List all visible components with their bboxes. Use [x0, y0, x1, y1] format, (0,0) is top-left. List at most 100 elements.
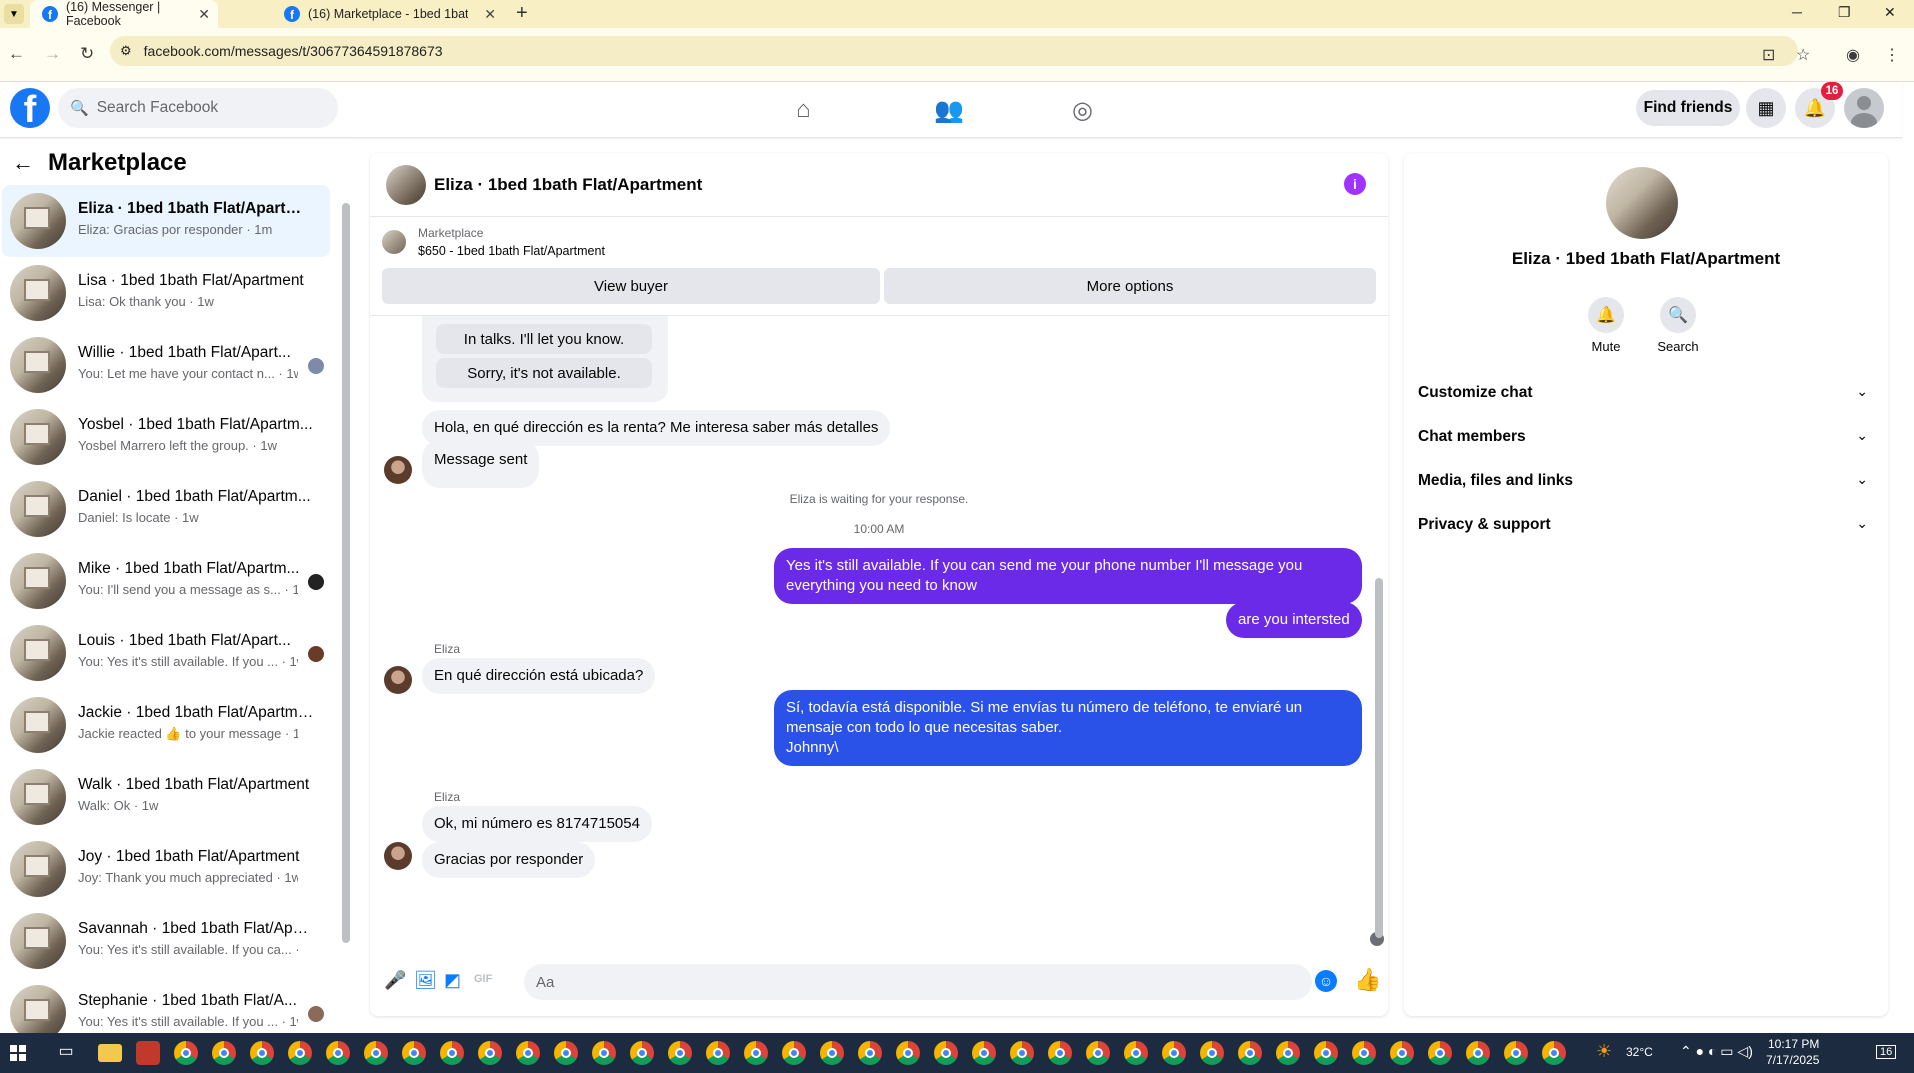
- conversation-item[interactable]: Eliza · 1bed 1bath Flat/Apartment Eliza: …: [2, 185, 330, 257]
- chrome-icon[interactable]: [1390, 1041, 1414, 1065]
- sender-avatar[interactable]: [384, 842, 412, 870]
- weather-icon[interactable]: ☀: [1596, 1041, 1620, 1065]
- listing-price-title[interactable]: $650 - 1bed 1bath Flat/Apartment: [418, 244, 605, 258]
- chrome-icon[interactable]: [782, 1041, 806, 1065]
- message-scrollbar[interactable]: [1374, 316, 1384, 946]
- back-icon[interactable]: ←: [8, 44, 25, 64]
- file-explorer-icon[interactable]: [98, 1044, 122, 1062]
- forward-icon[interactable]: →: [44, 44, 61, 64]
- chrome-icon[interactable]: [1238, 1041, 1262, 1065]
- scrollbar-thumb[interactable]: [1375, 578, 1383, 938]
- quick-reply-not-available[interactable]: Sorry, it's not available.: [436, 358, 652, 388]
- clock-date[interactable]: 7/17/2025: [1766, 1053, 1819, 1067]
- chrome-icon[interactable]: [858, 1041, 882, 1065]
- bookmark-star-icon[interactable]: ☆: [1796, 45, 1810, 65]
- menu-grid-icon[interactable]: ▦: [1746, 88, 1786, 128]
- conversation-item[interactable]: Stephanie · 1bed 1bath Flat/A... You: Yes…: [2, 977, 330, 1039]
- chrome-icon[interactable]: [212, 1041, 236, 1065]
- tray-icons[interactable]: ⌃ ● ◐ ▭ ◁): [1680, 1043, 1753, 1060]
- section-media-files-links[interactable]: Media, files and links ⌄: [1404, 461, 1888, 501]
- account-avatar[interactable]: [1844, 88, 1884, 128]
- conversation-item[interactable]: Joy · 1bed 1bath Flat/Apartment Joy: Than…: [2, 833, 330, 905]
- tab-marketplace[interactable]: f (16) Marketplace - 1bed 1bath F ✕: [272, 0, 504, 28]
- chrome-icon[interactable]: [744, 1041, 768, 1065]
- chrome-icon[interactable]: [364, 1041, 388, 1065]
- chrome-icon[interactable]: [1124, 1041, 1148, 1065]
- facebook-logo-icon[interactable]: f: [10, 88, 50, 128]
- chrome-icon[interactable]: [592, 1041, 616, 1065]
- chat-avatar[interactable]: [386, 165, 426, 205]
- chrome-icon[interactable]: [1010, 1041, 1034, 1065]
- chrome-icon[interactable]: [250, 1041, 274, 1065]
- notification-center-badge[interactable]: 16: [1876, 1045, 1897, 1059]
- profile-icon[interactable]: ◉: [1846, 45, 1860, 65]
- info-icon[interactable]: i: [1344, 173, 1366, 195]
- chat-title[interactable]: Eliza · 1bed 1bath Flat/Apartment: [434, 175, 702, 195]
- chrome-icon[interactable]: [1466, 1041, 1490, 1065]
- chrome-icon[interactable]: [1352, 1041, 1376, 1065]
- minimize-button[interactable]: ─: [1792, 4, 1802, 20]
- close-window-button[interactable]: ✕: [1884, 4, 1896, 21]
- sticker-icon[interactable]: ◩: [444, 970, 461, 991]
- back-arrow-icon[interactable]: ←: [12, 150, 34, 176]
- reload-icon[interactable]: ↻: [80, 44, 94, 64]
- chrome-icon[interactable]: [896, 1041, 920, 1065]
- url-field[interactable]: ⚙ facebook.com/messages/t/30677364591878…: [110, 36, 1798, 66]
- view-buyer-button[interactable]: View buyer: [382, 268, 880, 304]
- microphone-icon[interactable]: 🎤: [384, 970, 406, 991]
- scrollbar-thumb[interactable]: [342, 203, 350, 943]
- mute-action[interactable]: 🔔 Mute: [1576, 297, 1636, 354]
- chrome-icon[interactable]: [630, 1041, 654, 1065]
- conversation-item[interactable]: Jackie · 1bed 1bath Flat/Apartme... Jacki…: [2, 689, 330, 761]
- facebook-search-input[interactable]: 🔍 Search Facebook: [58, 88, 338, 128]
- conversation-item[interactable]: Willie · 1bed 1bath Flat/Apart... You: Le…: [2, 329, 330, 401]
- tab-messenger[interactable]: f (16) Messenger | Facebook ✕: [30, 0, 218, 28]
- chrome-icon[interactable]: [326, 1041, 350, 1065]
- chrome-icon[interactable]: [1276, 1041, 1300, 1065]
- conversation-item[interactable]: Savannah · 1bed 1bath Flat/Apar... You: Y…: [2, 905, 330, 977]
- sender-avatar[interactable]: [384, 666, 412, 694]
- chrome-icon[interactable]: [478, 1041, 502, 1065]
- gif-icon[interactable]: GIF: [474, 973, 492, 985]
- listing-avatar[interactable]: [1606, 167, 1678, 239]
- search-action[interactable]: 🔍 Search: [1648, 297, 1708, 354]
- chrome-icon[interactable]: [1428, 1041, 1452, 1065]
- conversation-item[interactable]: Walk · 1bed 1bath Flat/Apartment Walk: Ok…: [2, 761, 330, 833]
- chrome-icon[interactable]: [1200, 1041, 1224, 1065]
- conversation-item[interactable]: Mike · 1bed 1bath Flat/Apartm... You: I'l…: [2, 545, 330, 617]
- task-view-icon[interactable]: ▭: [54, 1041, 78, 1065]
- new-tab-button[interactable]: +: [516, 2, 528, 25]
- chrome-icon[interactable]: [820, 1041, 844, 1065]
- chrome-icon[interactable]: [516, 1041, 540, 1065]
- chrome-icon[interactable]: [934, 1041, 958, 1065]
- maximize-button[interactable]: ❐: [1838, 4, 1851, 21]
- chrome-icon[interactable]: [554, 1041, 578, 1065]
- chrome-icon[interactable]: [288, 1041, 312, 1065]
- section-chat-members[interactable]: Chat members ⌄: [1404, 417, 1888, 457]
- sidebar-scrollbar[interactable]: [340, 191, 350, 1001]
- sender-avatar[interactable]: [384, 456, 412, 484]
- section-customize-chat[interactable]: Customize chat ⌄: [1404, 373, 1888, 413]
- chrome-icon[interactable]: [1504, 1041, 1528, 1065]
- photo-icon[interactable]: 🖼: [414, 970, 437, 991]
- conversation-item[interactable]: Daniel · 1bed 1bath Flat/Apartm... Daniel…: [2, 473, 330, 545]
- section-privacy-support[interactable]: Privacy & support ⌄: [1404, 505, 1888, 545]
- conversation-item[interactable]: Louis · 1bed 1bath Flat/Apart... You: Yes…: [2, 617, 330, 689]
- clock-time[interactable]: 10:17 PM: [1768, 1037, 1819, 1051]
- groups-icon[interactable]: ◎: [1072, 96, 1093, 125]
- emoji-icon[interactable]: ☺: [1315, 970, 1337, 992]
- chrome-icon[interactable]: [402, 1041, 426, 1065]
- chrome-icon[interactable]: [1086, 1041, 1110, 1065]
- conversation-item[interactable]: Yosbel · 1bed 1bath Flat/Apartm... Yosbel…: [2, 401, 330, 473]
- conversation-item[interactable]: Lisa · 1bed 1bath Flat/Apartment Lisa: Ok…: [2, 257, 330, 329]
- site-settings-icon[interactable]: ⚙: [120, 43, 132, 59]
- home-icon[interactable]: ⌂: [796, 96, 811, 124]
- chrome-icon[interactable]: [174, 1041, 198, 1065]
- chrome-icon[interactable]: [1314, 1041, 1338, 1065]
- quick-reply-in-talks[interactable]: In talks. I'll let you know.: [436, 324, 652, 354]
- chrome-icon[interactable]: [1162, 1041, 1186, 1065]
- chrome-icon[interactable]: [706, 1041, 730, 1065]
- chrome-icon[interactable]: [1542, 1041, 1566, 1065]
- friends-icon[interactable]: 👥: [934, 96, 964, 125]
- chrome-icon[interactable]: [440, 1041, 464, 1065]
